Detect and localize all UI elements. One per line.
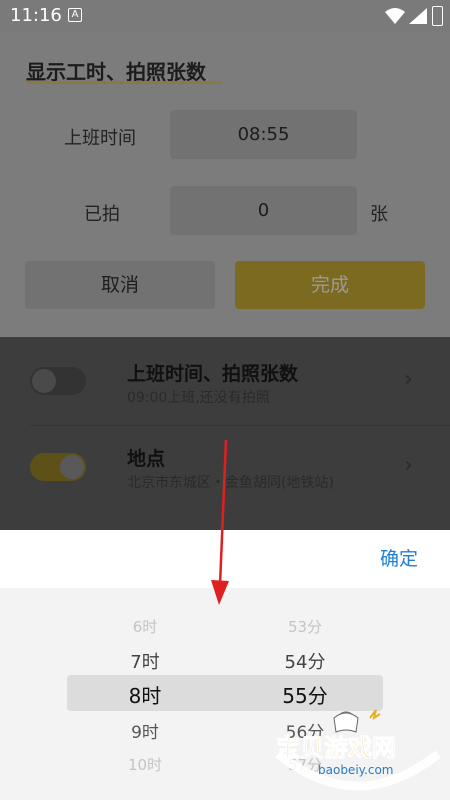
taken-count-field[interactable]: 0 xyxy=(170,186,357,235)
wifi-icon xyxy=(385,8,405,24)
hour-option[interactable]: 10时 xyxy=(95,754,195,775)
hour-option[interactable]: 9时 xyxy=(95,718,195,743)
work-time-field[interactable]: 08:55 xyxy=(170,110,357,159)
status-time: 11:16 xyxy=(10,5,62,26)
watermark-text: 宝贝游戏网 xyxy=(276,734,396,762)
minute-option[interactable]: 54分 xyxy=(255,648,355,674)
toggle-knob xyxy=(32,369,56,393)
notification-a-icon: A xyxy=(68,8,82,22)
picker-header: 确定 xyxy=(0,530,450,588)
settings-dialog: 显示工时、拍照张数 上班时间 08:55 已拍 0 张 取消 完成 xyxy=(0,32,450,337)
status-bar: 11:16 A xyxy=(0,0,450,32)
watermark-url: baobeiy.com xyxy=(318,763,393,777)
confirm-button[interactable]: 确定 xyxy=(380,544,418,571)
hour-option-selected[interactable]: 8时 xyxy=(95,680,195,709)
toggle-knob xyxy=(60,455,84,479)
taken-label: 已拍 xyxy=(84,204,120,225)
item-title: 上班时间、拍照张数 xyxy=(127,363,299,385)
item-subtitle: 09:00上班,还没有拍照 xyxy=(127,390,270,406)
toggle-work-time[interactable] xyxy=(30,367,86,395)
work-time-label: 上班时间 xyxy=(64,128,136,149)
minute-option-selected[interactable]: 55分 xyxy=(255,680,355,709)
minute-option[interactable]: 53分 xyxy=(255,616,355,637)
item-subtitle: 北京市东城区・金鱼胡同(地铁站) xyxy=(127,475,334,491)
hour-option[interactable]: 6时 xyxy=(95,616,195,637)
title-underline xyxy=(26,81,222,84)
cancel-button[interactable]: 取消 xyxy=(25,261,215,309)
done-button[interactable]: 完成 xyxy=(235,261,425,309)
item-title: 地点 xyxy=(127,448,166,470)
hour-option[interactable]: 7时 xyxy=(95,648,195,674)
toggle-location[interactable] xyxy=(30,453,86,481)
divider xyxy=(30,425,450,426)
signal-icon xyxy=(409,8,427,24)
chevron-right-icon: › xyxy=(404,453,413,478)
site-watermark-logo: 宝贝游戏网 baobeiy.com xyxy=(275,709,441,791)
taken-unit: 张 xyxy=(370,204,388,225)
chevron-right-icon: › xyxy=(404,367,413,392)
battery-icon xyxy=(432,6,443,26)
settings-list: 上班时间、拍照张数 09:00上班,还没有拍照 › 地点 北京市东城区・金鱼胡同… xyxy=(0,337,450,530)
